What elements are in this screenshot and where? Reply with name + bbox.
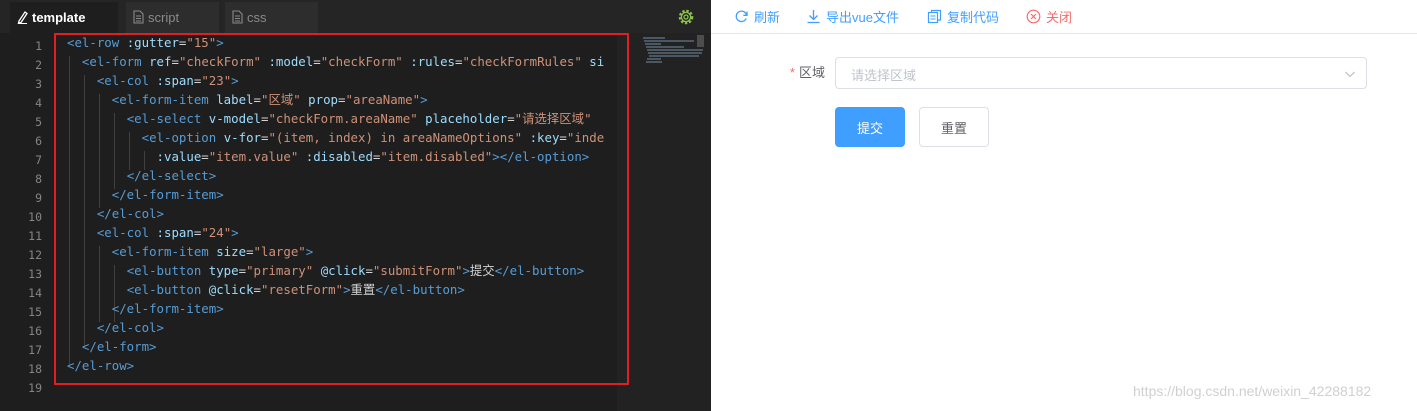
reset-button[interactable]: 重置 [919, 107, 989, 147]
copy-icon [927, 9, 942, 23]
refresh-label: 刷新 [754, 9, 781, 25]
tab-script-label: script [148, 10, 180, 25]
tab-css[interactable]: css [225, 2, 318, 33]
line-number: 2 [35, 58, 42, 72]
line-number: 15 [28, 305, 42, 319]
watermark: https://blog.csdn.net/weixin_42288182 [1133, 383, 1372, 399]
area-label-text: 区域 [798, 65, 825, 80]
submit-label: 提交 [856, 120, 883, 136]
line-number: 4 [35, 96, 42, 110]
line-number: 18 [28, 362, 42, 376]
required-mark: * [789, 65, 795, 80]
submit-button[interactable]: 提交 [835, 107, 905, 147]
chevron-down-icon [1345, 71, 1355, 78]
line-number: 16 [28, 324, 42, 338]
refresh-icon [735, 10, 748, 22]
close-button[interactable]: 关闭 [1026, 7, 1072, 25]
copy-code-label: 复制代码 [947, 9, 1000, 25]
line-number: 11 [28, 229, 42, 243]
editor-tab-bar: template script css [0, 0, 711, 33]
scrollbar[interactable] [697, 35, 704, 47]
area-select[interactable]: 请选择区域 [835, 57, 1367, 89]
tab-template[interactable]: template [10, 2, 118, 33]
line-number: 9 [35, 191, 42, 205]
area-form-label: * 区域 [771, 64, 825, 82]
edit-icon [17, 11, 28, 24]
line-number: 10 [28, 210, 42, 224]
line-number: 13 [28, 267, 42, 281]
minimap[interactable] [617, 33, 711, 411]
close-circle-icon [1026, 9, 1041, 23]
line-number: 5 [35, 115, 42, 129]
area-select-placeholder: 请选择区域 [851, 68, 917, 83]
export-vue-button[interactable]: 导出vue文件 [806, 7, 899, 25]
reset-label: 重置 [940, 120, 967, 136]
line-number: 1 [35, 39, 42, 53]
file-icon [232, 10, 243, 24]
export-vue-label: 导出vue文件 [826, 9, 899, 25]
line-number: 19 [28, 381, 42, 395]
preview-pane: 刷新 导出vue文件 复制代码 关闭 * 区域 请选择区域 提交 重置 http… [711, 0, 1417, 411]
line-number: 6 [35, 134, 42, 148]
close-label: 关闭 [1046, 9, 1073, 25]
line-number: 14 [28, 286, 42, 300]
file-icon [133, 10, 144, 24]
download-icon [807, 9, 820, 23]
line-number: 12 [28, 248, 42, 262]
preview-toolbar: 刷新 导出vue文件 复制代码 关闭 [711, 0, 1417, 33]
tab-script[interactable]: script [126, 2, 219, 33]
highlight-box [54, 33, 629, 385]
line-number: 7 [35, 153, 42, 167]
line-number: 3 [35, 77, 42, 91]
line-number-gutter: 1 2 3 4 5 6 7 8 9 10 11 12 13 14 15 16 17 18 19 [0, 33, 52, 411]
gear-icon[interactable] [677, 8, 695, 26]
refresh-button[interactable]: 刷新 [734, 7, 780, 25]
copy-code-button[interactable]: 复制代码 [927, 7, 999, 25]
tab-css-label: css [247, 10, 267, 25]
line-number: 8 [35, 172, 42, 186]
toolbar-divider [711, 33, 1417, 34]
tab-template-label: template [32, 10, 86, 25]
line-number: 17 [28, 343, 42, 357]
